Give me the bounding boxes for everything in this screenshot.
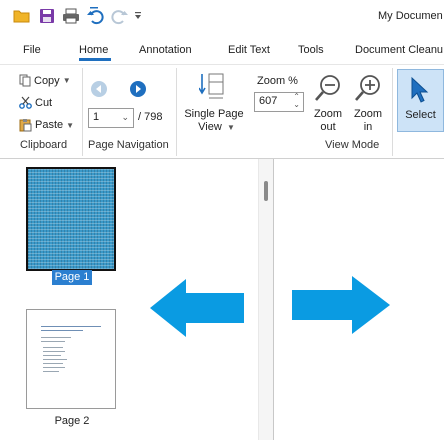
customize-toolbar-icon[interactable] [132, 6, 144, 26]
active-tab-indicator [79, 58, 111, 61]
zoom-in-icon [355, 75, 380, 101]
single-page-view-button[interactable]: Single Page View ▼ [184, 70, 244, 133]
tab-document-cleanup[interactable]: Document Cleanu [355, 44, 443, 56]
thumbnail-panel: Page 1 Page 2 [0, 159, 258, 440]
page-total: / 798 [138, 111, 163, 123]
tab-tools[interactable]: Tools [298, 44, 324, 56]
tab-edit-text[interactable]: Edit Text [228, 44, 270, 56]
arrow-left-icon [150, 279, 244, 337]
document-area: Page 1 Page 2 [0, 159, 444, 440]
paste-button[interactable]: Paste ▼ [19, 118, 74, 132]
zoom-in-line2: in [363, 121, 373, 133]
single-page-view-icon [199, 73, 224, 99]
group-divider [176, 68, 177, 156]
chevron-down-icon: ▼ [227, 123, 235, 132]
ribbon-tabs: File Home Annotation Edit Text Tools Doc… [0, 36, 444, 64]
previous-page-button[interactable] [91, 81, 107, 97]
chevron-down-icon: ▼ [62, 76, 71, 85]
copy-icon [19, 74, 31, 87]
page-thumbnail-label: Page 2 [54, 415, 90, 427]
spin-down-icon[interactable]: ⌄ [293, 101, 300, 109]
group-divider [392, 68, 393, 156]
zoom-out-line2: out [320, 121, 336, 133]
tab-file[interactable]: File [23, 44, 41, 56]
tab-annotation[interactable]: Annotation [139, 44, 192, 56]
select-label: Select [405, 109, 436, 121]
copy-button[interactable]: Copy ▼ [19, 74, 71, 87]
zoom-in-line1: Zoom [353, 108, 383, 120]
chevron-down-icon: ▼ [66, 120, 75, 130]
page-number-select[interactable]: 1 ⌄ [88, 108, 134, 128]
page-thumbnail-label: Page 1 [52, 270, 92, 285]
open-folder-icon[interactable] [12, 6, 32, 26]
zoom-out-button[interactable]: Zoom out [310, 74, 346, 134]
page-thumbnail[interactable] [26, 167, 116, 271]
title-bar: My Documen [0, 0, 444, 36]
chevron-down-icon: ⌄ [121, 112, 129, 122]
zoom-input[interactable]: 607 ⌃ ⌄ [254, 92, 304, 112]
redo-icon[interactable] [110, 6, 130, 26]
scrollbar-thumb[interactable] [264, 181, 268, 201]
view-mode-group-label: View Mode [325, 139, 380, 151]
page-thumbnail[interactable] [26, 309, 116, 409]
cursor-arrow-icon [411, 76, 429, 103]
window-title: My Documen [378, 10, 443, 22]
zoom-in-button[interactable]: Zoom in [350, 74, 386, 134]
zoom-value: 607 [259, 95, 278, 107]
paste-label: Paste [35, 119, 64, 131]
group-divider [82, 68, 83, 156]
clipboard-group-label: Clipboard [20, 139, 68, 151]
arrow-right-icon [292, 276, 390, 334]
triangle-right-icon [136, 85, 141, 93]
page-number-value: 1 [93, 111, 100, 123]
zoom-out-icon [315, 75, 340, 101]
cut-button[interactable]: Cut [19, 96, 52, 109]
tab-home[interactable]: Home [79, 44, 108, 56]
select-tool-button[interactable]: Select [397, 69, 444, 132]
single-page-view-line1: Single Page [184, 108, 244, 120]
thumbnail-scrollbar[interactable] [258, 159, 274, 440]
zoom-out-line1: Zoom [313, 108, 343, 120]
next-page-button[interactable] [130, 81, 146, 97]
paste-icon [19, 119, 32, 132]
triangle-left-icon [96, 85, 101, 93]
cut-label: Cut [35, 96, 53, 109]
copy-label: Copy [34, 74, 60, 87]
page-navigation-group-label: Page Navigation [88, 139, 169, 151]
undo-icon[interactable] [85, 6, 105, 26]
scissors-icon [19, 96, 32, 109]
zoom-label: Zoom % [257, 75, 298, 87]
print-icon[interactable] [61, 6, 81, 26]
save-icon[interactable] [37, 6, 57, 26]
page-view [275, 159, 444, 440]
